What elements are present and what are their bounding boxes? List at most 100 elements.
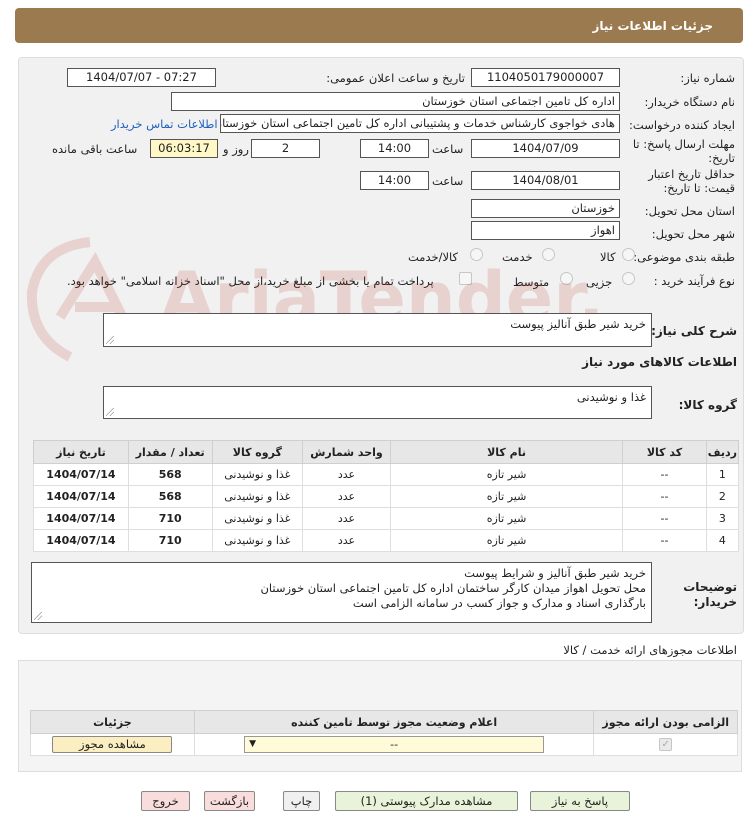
remaining-time-field: 06:03:17 <box>150 139 218 158</box>
process-option-medium: متوسط <box>513 275 550 289</box>
cell-row: 2 <box>705 485 740 508</box>
goods-group-text: غذا و نوشیدنی <box>576 390 646 404</box>
view-permit-button[interactable]: مشاهده مجوز <box>52 736 173 753</box>
table-row[interactable]: 4 -- شیر تازه عدد غذا و نوشیدنی 710 1404… <box>33 529 740 552</box>
category-radio-goods[interactable] <box>622 248 635 261</box>
col-name: نام کالا <box>389 440 624 464</box>
announce-date-field[interactable]: 1404/07/07 - 07:27 <box>67 68 216 87</box>
creator-field[interactable]: هادی خواجوی کارشناس خدمات و پشتیبانی ادا… <box>220 114 620 133</box>
cell-code: -- <box>622 507 707 530</box>
cell-permit-status: -- ▼ <box>193 733 595 756</box>
remaining-time-label: ساعت باقی مانده <box>52 142 138 156</box>
goods-table-header: ردیف کد کالا نام کالا واحد شمارش گروه کا… <box>33 440 740 464</box>
province-field[interactable]: خوزستان <box>471 199 620 218</box>
chevron-down-icon: ▼ <box>249 739 257 749</box>
cell-code: -- <box>622 485 707 508</box>
category-radio-service[interactable] <box>542 248 555 261</box>
resize-grip[interactable] <box>34 612 42 620</box>
buyer-org-field[interactable]: اداره کل تامین اجتماعی استان خوزستان <box>171 92 620 111</box>
treasury-checkbox[interactable] <box>459 272 472 285</box>
col-row: ردیف <box>705 440 740 464</box>
goods-section-title: اطلاعات کالاهای مورد نیاز <box>582 355 737 369</box>
permit-status-select[interactable]: -- ▼ <box>244 736 545 753</box>
cell-unit: عدد <box>302 463 391 486</box>
cell-qty: 568 <box>127 463 213 486</box>
cell-date: 1404/07/14 <box>33 463 129 486</box>
buyer-contact-link[interactable]: اطلاعات تماس خریدار <box>111 117 218 131</box>
cell-date: 1404/07/14 <box>33 529 129 552</box>
cell-group: غذا و نوشیدنی <box>211 529 304 552</box>
cell-group: غذا و نوشیدنی <box>211 463 304 486</box>
permits-table-header: الزامی بودن ارائه مجوز اعلام وضعیت مجوز … <box>30 710 738 734</box>
category-option-goods: کالا <box>600 250 616 264</box>
cell-code: -- <box>622 463 707 486</box>
need-number-field[interactable]: 1104050179000007 <box>471 68 620 87</box>
table-row: ✓ -- ▼ مشاهده مجوز <box>30 733 738 756</box>
goods-group-label: گروه کالا: <box>678 398 737 412</box>
print-button[interactable]: چاپ <box>283 791 320 811</box>
permits-section-title: اطلاعات مجوزهای ارائه خدمت / کالا <box>563 643 737 657</box>
days-remaining-field[interactable]: 2 <box>251 139 320 158</box>
category-label: طبقه بندی موضوعی: <box>633 250 735 264</box>
table-row[interactable]: 1 -- شیر تازه عدد غذا و نوشیدنی 568 1404… <box>33 463 740 486</box>
city-field[interactable]: اهواز <box>471 221 620 240</box>
goods-group-textarea[interactable]: غذا و نوشیدنی <box>103 386 652 419</box>
summary-text: خرید شیر طبق آنالیز پیوست <box>510 317 646 331</box>
summary-textarea[interactable]: خرید شیر طبق آنالیز پیوست <box>103 313 652 347</box>
validity-date-field[interactable]: 1404/08/01 <box>471 171 620 190</box>
exit-button[interactable]: خروج <box>141 791 190 811</box>
process-option-minor: جزیی <box>586 275 613 289</box>
cell-unit: عدد <box>302 529 391 552</box>
deadline-date-field[interactable]: 1404/07/09 <box>471 139 620 158</box>
treasury-note: پرداخت تمام یا بخشی از مبلغ خرید،از محل … <box>67 274 434 288</box>
resize-grip[interactable] <box>106 408 114 416</box>
permit-required-checkbox[interactable]: ✓ <box>659 738 673 751</box>
deadline-label: مهلت ارسال پاسخ: تا <box>632 137 735 151</box>
col-permit-required: الزامی بودن ارائه مجوز <box>593 710 738 734</box>
deadline-time-field[interactable]: 14:00 <box>360 139 429 158</box>
category-option-goods-service: کالا/خدمت <box>408 250 459 264</box>
buyer-notes-label-2: خریدار: <box>693 595 737 609</box>
buyer-notes-line: خرید شیر طبق آنالیز و شرایط پیوست <box>464 566 646 580</box>
cell-name: شیر تازه <box>389 529 624 552</box>
buyer-notes-textarea[interactable]: خرید شیر طبق آنالیز و شرایط پیوست محل تح… <box>31 562 652 623</box>
view-attachments-button[interactable]: مشاهده مدارک پیوستی (1) <box>335 791 518 811</box>
cell-row: 3 <box>705 507 740 530</box>
cell-qty: 710 <box>127 507 213 530</box>
cell-group: غذا و نوشیدنی <box>211 507 304 530</box>
col-code: کد کالا <box>622 440 707 464</box>
province-label: استان محل تحویل: <box>644 204 735 218</box>
page-title-bar: جزئیات اطلاعات نیاز <box>15 8 743 43</box>
days-label: روز و <box>223 142 249 156</box>
category-radio-goods-service[interactable] <box>470 248 483 261</box>
resize-grip[interactable] <box>106 336 114 344</box>
category-option-service: خدمت <box>502 250 533 264</box>
col-qty: تعداد / مقدار <box>127 440 213 464</box>
reply-button[interactable]: پاسخ به نیاز <box>530 791 630 811</box>
cell-name: شیر تازه <box>389 507 624 530</box>
cell-unit: عدد <box>302 485 391 508</box>
cell-date: 1404/07/14 <box>33 485 129 508</box>
col-unit: واحد شمارش <box>302 440 391 464</box>
process-radio-minor[interactable] <box>622 272 635 285</box>
table-row[interactable]: 3 -- شیر تازه عدد غذا و نوشیدنی 710 1404… <box>33 507 740 530</box>
back-button[interactable]: بازگشت <box>204 791 255 811</box>
buyer-notes-label: توضیحات <box>683 580 737 594</box>
process-radio-medium[interactable] <box>560 272 573 285</box>
permit-status-value: -- <box>390 738 399 751</box>
validity-time-field[interactable]: 14:00 <box>360 171 429 190</box>
cell-qty: 568 <box>127 485 213 508</box>
cell-name: شیر تازه <box>389 463 624 486</box>
col-date: تاریخ نیاز <box>33 440 129 464</box>
creator-label: ایجاد کننده درخواست: <box>629 118 735 132</box>
goods-table: ردیف کد کالا نام کالا واحد شمارش گروه کا… <box>33 440 740 552</box>
validity-time-label: ساعت <box>432 174 464 188</box>
cell-qty: 710 <box>127 529 213 552</box>
table-row[interactable]: 2 -- شیر تازه عدد غذا و نوشیدنی 568 1404… <box>33 485 740 508</box>
buyer-notes-line: بارگذاری اسناد و مدارک و جواز کسب در سام… <box>352 596 646 610</box>
cell-row: 1 <box>705 463 740 486</box>
need-number-label: شماره نیاز: <box>680 71 735 85</box>
deadline-label-date: تاریخ: <box>708 151 735 165</box>
col-permit-details: جزئیات <box>30 710 195 734</box>
buyer-org-label: نام دستگاه خریدار: <box>644 95 735 109</box>
